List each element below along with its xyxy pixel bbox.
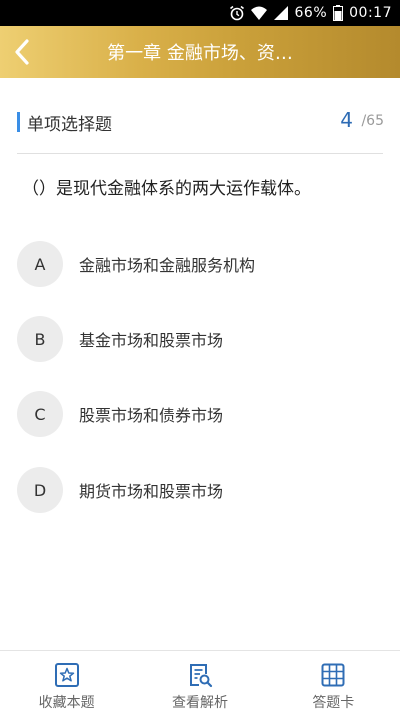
signal-icon bbox=[273, 6, 288, 20]
option-a[interactable]: A 金融市场和金融服务机构 bbox=[17, 241, 387, 287]
wifi-icon bbox=[250, 6, 267, 20]
option-letter: D bbox=[17, 467, 63, 513]
question-type-label: 单项选择题 bbox=[27, 115, 112, 135]
option-c[interactable]: C 股票市场和债券市场 bbox=[17, 391, 387, 437]
page-title: 第一章 金融市场、资… bbox=[107, 43, 293, 64]
answer-card-label: 答题卡 bbox=[312, 695, 355, 711]
question-type-row: 单项选择题 4 /65 bbox=[0, 100, 400, 144]
option-text: 基金市场和股票市场 bbox=[79, 331, 224, 350]
option-text: 金融市场和金融服务机构 bbox=[79, 256, 256, 275]
question-text: （）是现代金融体系的两大运作载体。 bbox=[22, 179, 311, 199]
star-icon bbox=[54, 663, 79, 687]
grid-icon bbox=[321, 663, 345, 687]
back-button[interactable] bbox=[6, 36, 38, 68]
clock: 00:17 bbox=[349, 5, 392, 21]
favorite-button[interactable]: 收藏本题 bbox=[0, 651, 133, 712]
option-letter: A bbox=[17, 241, 63, 287]
option-text: 股票市场和债券市场 bbox=[79, 406, 224, 425]
accent-bar bbox=[17, 112, 20, 132]
total-questions: /65 bbox=[361, 113, 384, 129]
document-search-icon bbox=[189, 664, 213, 688]
favorite-label: 收藏本题 bbox=[38, 695, 95, 711]
battery-icon bbox=[333, 5, 344, 21]
view-analysis-label: 查看解析 bbox=[171, 695, 228, 711]
option-text: 期货市场和股票市场 bbox=[79, 482, 224, 501]
option-letter: B bbox=[17, 316, 63, 362]
option-b[interactable]: B 基金市场和股票市场 bbox=[17, 316, 387, 362]
chevron-left-icon bbox=[15, 39, 29, 65]
option-letter: C bbox=[17, 391, 63, 437]
header-bar: 第一章 金融市场、资… bbox=[0, 26, 400, 78]
battery-percent: 66% bbox=[294, 5, 328, 21]
divider bbox=[17, 153, 383, 154]
answer-card-button[interactable]: 答题卡 bbox=[267, 651, 400, 712]
bottom-toolbar: 收藏本题 查看解析 答题卡 bbox=[0, 650, 400, 712]
status-bar: 66% 00:17 bbox=[0, 0, 400, 26]
current-question-number: 4 bbox=[340, 108, 353, 132]
option-d[interactable]: D 期货市场和股票市场 bbox=[17, 467, 387, 513]
view-analysis-button[interactable]: 查看解析 bbox=[133, 651, 266, 712]
alarm-icon bbox=[229, 5, 244, 21]
